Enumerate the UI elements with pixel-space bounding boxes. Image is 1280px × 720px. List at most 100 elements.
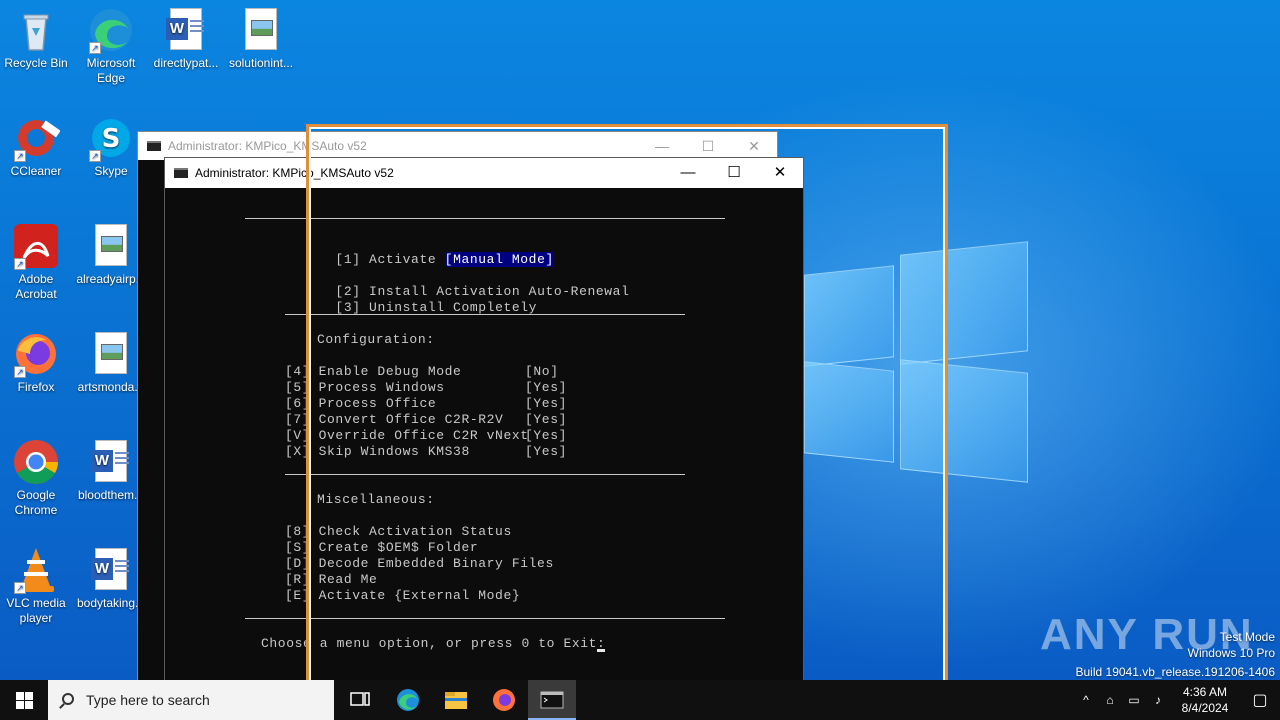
text-cursor	[597, 649, 605, 652]
display-icon[interactable]: ▭	[1122, 693, 1146, 707]
shortcut-arrow-icon: ↗	[14, 150, 26, 162]
shortcut-arrow-icon: ↗	[14, 366, 26, 378]
clock[interactable]: 4:36 AM 8/4/2024	[1170, 684, 1240, 716]
config-value: [Yes]	[525, 396, 568, 411]
back-close-button[interactable]: ✕	[731, 132, 777, 160]
system-tray: ^ ⌂ ▭ ♪ 4:36 AM 8/4/2024 ▢	[1074, 680, 1280, 720]
maximize-button[interactable]: ☐	[711, 158, 757, 188]
front-window-titlebar[interactable]: Administrator: KMPico_KMSAuto v52 — ☐ ✕	[165, 158, 803, 188]
divider	[285, 314, 685, 315]
desktop-icon-label: directlypat...	[153, 56, 219, 70]
config-value: [Yes]	[525, 428, 568, 443]
config-option: [7] Convert Office C2R-R2V	[285, 412, 504, 427]
desktop-icon-label: Microsoft Edge	[86, 56, 136, 85]
config-value: [No]	[525, 364, 559, 379]
desktop-icon-label: Adobe Acrobat	[15, 272, 57, 301]
search-placeholder: Type here to search	[86, 692, 210, 708]
taskbar: Type here to search ^ ⌂ ▭ ♪ 4:36 AM 8/4/…	[0, 680, 1280, 720]
file-explorer-icon	[445, 692, 467, 709]
desktop-icon-microsoft-edge[interactable]: ↗ Microsoft Edge	[75, 6, 147, 86]
menu-option-activate: [1] Activate [Manual Mode]	[285, 236, 554, 267]
desktop-icon-label: alreadyairp...	[76, 272, 146, 286]
desktop-icon-google-chrome[interactable]: Google Chrome	[0, 438, 72, 518]
config-value: [Yes]	[525, 412, 568, 427]
desktop-icon-label: VLC media player	[6, 596, 66, 625]
taskbar-firefox[interactable]	[480, 680, 528, 720]
divider	[245, 218, 725, 219]
chrome-icon	[12, 438, 60, 486]
desktop-icon-label: bloodthem...	[77, 488, 145, 502]
task-view-button[interactable]	[336, 680, 384, 720]
chevron-up-icon[interactable]: ^	[1074, 693, 1098, 707]
divider	[245, 618, 725, 619]
taskbar-file-explorer[interactable]	[432, 680, 480, 720]
edge-icon	[397, 689, 419, 711]
back-window-title: Administrator: KMPico_KMSAuto v52	[168, 139, 367, 153]
desktop-icon-directlypat[interactable]: W directlypat...	[150, 6, 222, 71]
edge-icon: ↗	[87, 6, 135, 54]
misc-option: [R] Read Me	[285, 572, 378, 587]
divider	[285, 474, 685, 475]
image-file-icon	[87, 222, 135, 270]
ccleaner-icon: ↗	[12, 114, 61, 162]
back-window-titlebar[interactable]: Administrator: KMPico_KMSAuto v52 — ☐ ✕	[138, 132, 777, 160]
task-view-icon	[350, 692, 370, 706]
image-file-icon	[87, 330, 135, 378]
taskbar-cmd[interactable]	[528, 680, 576, 720]
option-key: [1]	[335, 252, 361, 267]
taskbar-edge[interactable]	[384, 680, 432, 720]
config-value: [Yes]	[525, 380, 568, 395]
volume-icon[interactable]: ♪	[1146, 693, 1170, 707]
shortcut-arrow-icon: ↗	[14, 258, 26, 270]
desktop-icon-label: solutionint...	[228, 56, 294, 70]
word-doc-icon: W	[87, 438, 135, 486]
misc-option: [8] Check Activation Status	[285, 524, 512, 539]
console-prompt: Choose a menu option, or press 0 to Exit…	[261, 636, 614, 651]
network-icon[interactable]: ⌂	[1098, 693, 1122, 707]
minimize-button[interactable]: —	[665, 158, 711, 188]
watermark-os: Windows 10 Pro	[1187, 646, 1275, 660]
config-option: [X] Skip Windows KMS38	[285, 444, 470, 459]
config-option: [V] Override Office C2R vNext	[285, 428, 529, 443]
acrobat-icon: ↗	[12, 222, 60, 270]
misc-heading: Miscellaneous:	[317, 492, 435, 507]
misc-option: [E] Activate {External Mode}	[285, 588, 521, 603]
svg-text:S: S	[102, 124, 121, 154]
desktop-icon-vlc[interactable]: ↗ VLC media player	[0, 546, 72, 626]
cmd-icon	[540, 691, 564, 709]
console-output[interactable]: [1] Activate [Manual Mode] [2] Install A…	[165, 188, 803, 696]
clock-date: 8/4/2024	[1181, 701, 1229, 715]
desktop-icon-recycle-bin[interactable]: Recycle Bin	[0, 6, 72, 71]
config-value: [Yes]	[525, 444, 568, 459]
misc-option: [S] Create $OEM$ Folder	[285, 540, 479, 555]
image-file-icon	[237, 6, 285, 54]
front-console-window[interactable]: Administrator: KMPico_KMSAuto v52 — ☐ ✕ …	[164, 157, 804, 697]
selected-mode-highlight: [Manual Mode]	[444, 252, 554, 267]
close-button[interactable]: ✕	[757, 158, 803, 188]
desktop-icon-adobe-acrobat[interactable]: ↗ Adobe Acrobat	[0, 222, 72, 302]
desktop-icon-ccleaner[interactable]: ↗ CCleaner	[0, 114, 72, 179]
start-button[interactable]	[0, 680, 48, 720]
taskbar-search-box[interactable]: Type here to search	[48, 680, 334, 720]
desktop-icon-label: Recycle Bin	[4, 56, 68, 70]
configuration-heading: Configuration:	[317, 332, 435, 347]
desktop-icon-label: bodytaking...	[76, 596, 146, 610]
cmd-icon	[147, 141, 161, 151]
search-icon	[62, 693, 74, 705]
desktop-icon-label: Skype	[94, 164, 128, 178]
config-option: [5] Process Windows	[285, 380, 445, 395]
desktop-icon-solutionint[interactable]: solutionint...	[225, 6, 297, 71]
misc-option: [D] Decode Embedded Binary Files	[285, 556, 554, 571]
desktop-icon-label: artsmonda...	[77, 380, 145, 394]
skype-icon: S ↗	[87, 114, 135, 162]
back-minimize-button[interactable]: —	[639, 132, 685, 160]
front-window-title: Administrator: KMPico_KMSAuto v52	[195, 166, 394, 180]
config-option: [6] Process Office	[285, 396, 437, 411]
notification-icon[interactable]: ▢	[1240, 690, 1280, 710]
word-doc-icon: W	[162, 6, 210, 54]
shortcut-arrow-icon: ↗	[89, 42, 101, 54]
menu-option-uninstall: [3] Uninstall Completely	[335, 300, 538, 315]
menu-option-install-renewal: [2] Install Activation Auto-Renewal	[335, 284, 630, 299]
desktop-icon-firefox[interactable]: ↗ Firefox	[0, 330, 72, 395]
back-maximize-button[interactable]: ☐	[685, 132, 731, 160]
